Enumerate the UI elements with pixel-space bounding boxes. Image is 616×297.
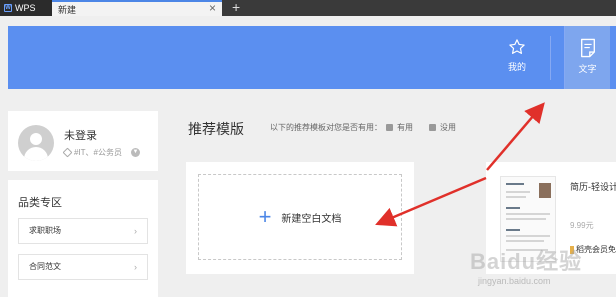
tab-new[interactable]: 新建 ×	[52, 0, 222, 16]
plus-icon: +	[258, 204, 272, 229]
template-name[interactable]: 简历-轻设计	[570, 180, 616, 193]
close-icon[interactable]: ×	[209, 0, 216, 16]
add-tab-icon[interactable]: +	[232, 0, 240, 15]
avatar[interactable]	[18, 125, 54, 161]
chevron-down-icon[interactable]: ▼	[131, 148, 141, 157]
user-name[interactable]: 未登录	[64, 127, 97, 143]
document-icon	[580, 38, 595, 58]
category-item-label: 合同范文	[29, 262, 61, 271]
mine-label: 我的	[507, 62, 526, 72]
wps-logo-icon: W	[4, 4, 12, 12]
doc-button[interactable]: 文字	[564, 26, 610, 89]
recommend-feedback: 以下的推荐模板对您是否有用： 有用 没用	[270, 122, 456, 133]
watermark: Baidu经验	[470, 249, 583, 274]
category-item-contract[interactable]: 合同范文 ›	[18, 254, 148, 280]
chevron-right-icon: ›	[134, 226, 137, 236]
header-divider	[550, 36, 551, 80]
user-card[interactable]: 未登录 #IT、#公务员 ▼	[8, 111, 158, 171]
resume-photo-icon	[539, 183, 551, 198]
star-icon	[509, 39, 525, 54]
recommend-title: 推荐模版	[188, 121, 244, 137]
chevron-right-icon: ›	[134, 262, 137, 272]
thumbs-down-icon[interactable]	[429, 124, 436, 131]
recommend-question: 以下的推荐模板对您是否有用：	[270, 123, 382, 132]
template-price: 9.99元	[570, 221, 594, 230]
mine-button[interactable]: 我的	[494, 26, 540, 89]
tab-wps-label: WPS	[15, 3, 36, 13]
new-blank-dropzone[interactable]: + 新建空白文档	[198, 174, 402, 260]
useful-button[interactable]: 有用	[397, 122, 413, 133]
category-title: 品类专区	[18, 197, 62, 209]
arrow-to-doc-button	[486, 102, 545, 171]
tab-bar: W WPS 新建 × +	[0, 0, 616, 16]
tab-wps-home[interactable]: W WPS	[0, 0, 52, 16]
new-blank-label: 新建空白文档	[281, 213, 342, 225]
useless-button[interactable]: 没用	[440, 122, 456, 133]
tab-new-label: 新建	[58, 5, 77, 15]
top-banner: 我的 文字	[8, 26, 616, 89]
doc-label: 文字	[578, 64, 597, 74]
watermark-url: jingyan.baidu.com	[478, 276, 551, 286]
category-item-job[interactable]: 求职职场 ›	[18, 218, 148, 244]
tag-icon	[62, 147, 73, 158]
thumbs-up-icon[interactable]	[386, 124, 393, 131]
user-tags-text: #IT、#公务员	[74, 148, 123, 157]
user-tags: #IT、#公务员 ▼	[62, 147, 141, 158]
category-panel: 品类专区 求职职场 › 合同范文 ›	[8, 180, 158, 297]
new-blank-card[interactable]: + 新建空白文档	[186, 162, 414, 274]
category-item-label: 求职职场	[29, 226, 61, 235]
